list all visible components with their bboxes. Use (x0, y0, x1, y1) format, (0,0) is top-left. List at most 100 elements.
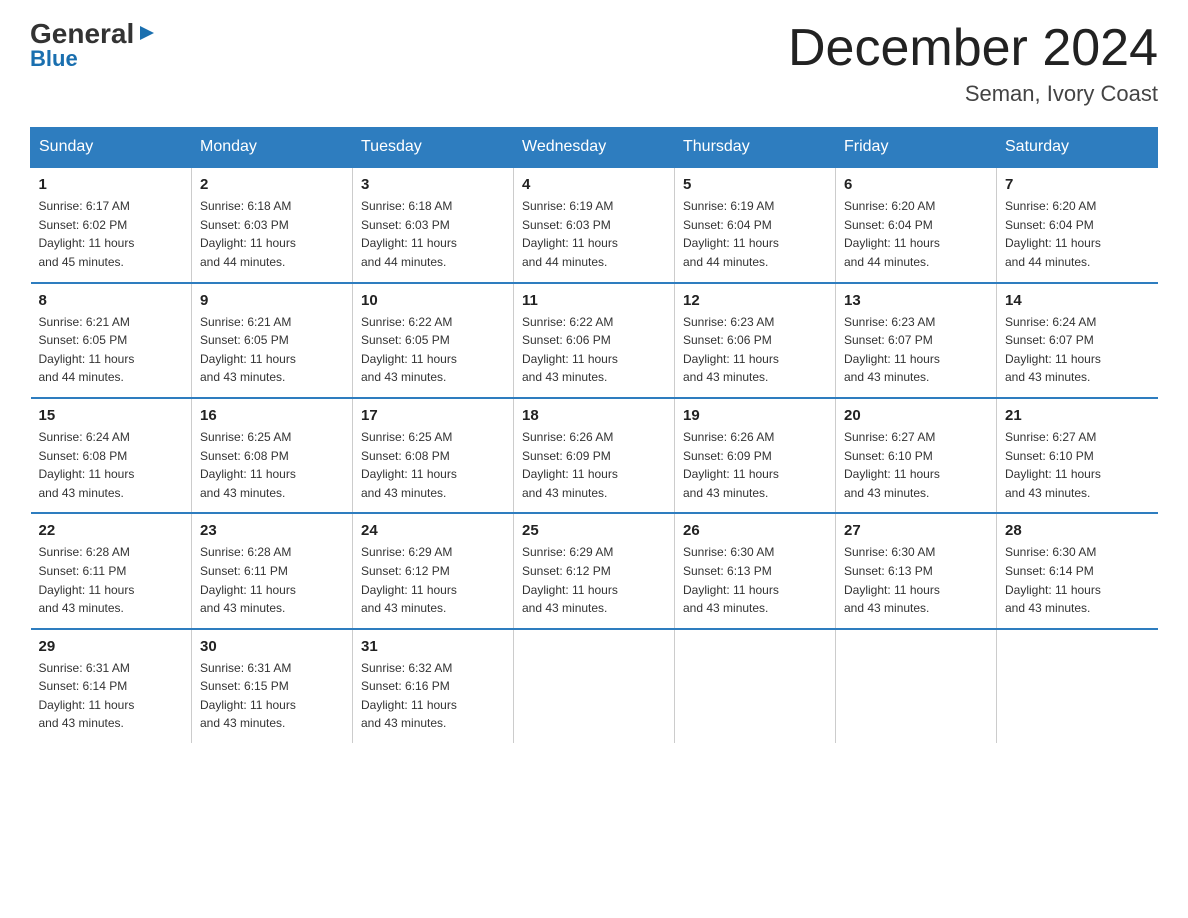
day-number: 4 (522, 176, 666, 193)
day-number: 25 (522, 522, 666, 539)
table-row: 25 Sunrise: 6:29 AMSunset: 6:12 PMDayligh… (514, 513, 675, 628)
logo-general: General (30, 20, 134, 48)
day-number: 28 (1005, 522, 1150, 539)
day-number: 31 (361, 638, 505, 655)
title-area: December 2024 Seman, Ivory Coast (788, 20, 1158, 107)
table-row: 16 Sunrise: 6:25 AMSunset: 6:08 PMDayligh… (192, 398, 353, 513)
table-row: 21Sunrise: 6:27 AMSunset: 6:10 PMDayligh… (997, 398, 1158, 513)
table-row: 8 Sunrise: 6:21 AMSunset: 6:05 PMDaylight… (31, 283, 192, 398)
table-row: 9 Sunrise: 6:21 AMSunset: 6:05 PMDaylight… (192, 283, 353, 398)
day-info: Sunrise: 6:27 AMSunset: 6:10 PMDaylight:… (1005, 428, 1150, 502)
table-row: 31 Sunrise: 6:32 AMSunset: 6:16 PMDayligh… (353, 629, 514, 743)
table-row: 3Sunrise: 6:18 AMSunset: 6:03 PMDaylight… (353, 167, 514, 282)
day-number: 5 (683, 176, 827, 193)
table-row: 29 Sunrise: 6:31 AMSunset: 6:14 PMDayligh… (31, 629, 192, 743)
table-row: 5 Sunrise: 6:19 AMSunset: 6:04 PMDaylight… (675, 167, 836, 282)
day-number: 13 (844, 292, 988, 309)
day-number: 22 (39, 522, 184, 539)
day-info: Sunrise: 6:20 AMSunset: 6:04 PMDaylight:… (1005, 197, 1150, 271)
table-row: 12Sunrise: 6:23 AMSunset: 6:06 PMDayligh… (675, 283, 836, 398)
calendar-week-4: 22 Sunrise: 6:28 AMSunset: 6:11 PMDayligh… (31, 513, 1158, 628)
table-row: 7 Sunrise: 6:20 AMSunset: 6:04 PMDaylight… (997, 167, 1158, 282)
day-info: Sunrise: 6:25 AMSunset: 6:08 PMDaylight:… (361, 428, 505, 502)
day-number: 1 (39, 176, 184, 193)
day-number: 20 (844, 407, 988, 424)
day-info: Sunrise: 6:22 AMSunset: 6:05 PMDaylight:… (361, 313, 505, 387)
table-row: 26 Sunrise: 6:30 AMSunset: 6:13 PMDayligh… (675, 513, 836, 628)
day-number: 15 (39, 407, 184, 424)
day-number: 7 (1005, 176, 1150, 193)
day-number: 24 (361, 522, 505, 539)
calendar-week-5: 29 Sunrise: 6:31 AMSunset: 6:14 PMDayligh… (31, 629, 1158, 743)
day-info: Sunrise: 6:32 AMSunset: 6:16 PMDaylight:… (361, 659, 505, 733)
day-info: Sunrise: 6:31 AMSunset: 6:14 PMDaylight:… (39, 659, 184, 733)
page-header: General Blue December 2024 Seman, Ivory … (30, 20, 1158, 107)
col-tuesday: Tuesday (353, 128, 514, 168)
day-number: 19 (683, 407, 827, 424)
table-row: 4 Sunrise: 6:19 AMSunset: 6:03 PMDaylight… (514, 167, 675, 282)
day-info: Sunrise: 6:18 AMSunset: 6:03 PMDaylight:… (200, 197, 344, 271)
day-info: Sunrise: 6:25 AMSunset: 6:08 PMDaylight:… (200, 428, 344, 502)
table-row: 19Sunrise: 6:26 AMSunset: 6:09 PMDayligh… (675, 398, 836, 513)
day-info: Sunrise: 6:28 AMSunset: 6:11 PMDaylight:… (39, 543, 184, 617)
table-row: 30 Sunrise: 6:31 AMSunset: 6:15 PMDayligh… (192, 629, 353, 743)
col-monday: Monday (192, 128, 353, 168)
day-info: Sunrise: 6:19 AMSunset: 6:03 PMDaylight:… (522, 197, 666, 271)
day-number: 6 (844, 176, 988, 193)
day-number: 23 (200, 522, 344, 539)
day-info: Sunrise: 6:19 AMSunset: 6:04 PMDaylight:… (683, 197, 827, 271)
table-row (675, 629, 836, 743)
table-row (836, 629, 997, 743)
day-number: 8 (39, 292, 184, 309)
day-info: Sunrise: 6:20 AMSunset: 6:04 PMDaylight:… (844, 197, 988, 271)
table-row: 14Sunrise: 6:24 AMSunset: 6:07 PMDayligh… (997, 283, 1158, 398)
day-info: Sunrise: 6:29 AMSunset: 6:12 PMDaylight:… (361, 543, 505, 617)
day-number: 10 (361, 292, 505, 309)
day-number: 2 (200, 176, 344, 193)
table-row: 10 Sunrise: 6:22 AMSunset: 6:05 PMDayligh… (353, 283, 514, 398)
day-number: 26 (683, 522, 827, 539)
table-row: 28Sunrise: 6:30 AMSunset: 6:14 PMDayligh… (997, 513, 1158, 628)
table-row: 20 Sunrise: 6:27 AMSunset: 6:10 PMDayligh… (836, 398, 997, 513)
day-number: 18 (522, 407, 666, 424)
day-info: Sunrise: 6:27 AMSunset: 6:10 PMDaylight:… (844, 428, 988, 502)
col-saturday: Saturday (997, 128, 1158, 168)
day-number: 30 (200, 638, 344, 655)
day-number: 16 (200, 407, 344, 424)
day-number: 11 (522, 292, 666, 309)
day-info: Sunrise: 6:29 AMSunset: 6:12 PMDaylight:… (522, 543, 666, 617)
day-info: Sunrise: 6:21 AMSunset: 6:05 PMDaylight:… (39, 313, 184, 387)
logo-blue: Blue (30, 46, 78, 72)
day-info: Sunrise: 6:21 AMSunset: 6:05 PMDaylight:… (200, 313, 344, 387)
table-row: 6 Sunrise: 6:20 AMSunset: 6:04 PMDaylight… (836, 167, 997, 282)
logo-arrow-icon (136, 22, 158, 44)
day-info: Sunrise: 6:24 AMSunset: 6:08 PMDaylight:… (39, 428, 184, 502)
day-info: Sunrise: 6:26 AMSunset: 6:09 PMDaylight:… (522, 428, 666, 502)
day-info: Sunrise: 6:18 AMSunset: 6:03 PMDaylight:… (361, 197, 505, 271)
day-number: 17 (361, 407, 505, 424)
month-title: December 2024 (788, 20, 1158, 77)
day-number: 12 (683, 292, 827, 309)
day-info: Sunrise: 6:22 AMSunset: 6:06 PMDaylight:… (522, 313, 666, 387)
day-info: Sunrise: 6:31 AMSunset: 6:15 PMDaylight:… (200, 659, 344, 733)
day-number: 9 (200, 292, 344, 309)
table-row: 22 Sunrise: 6:28 AMSunset: 6:11 PMDayligh… (31, 513, 192, 628)
table-row: 15 Sunrise: 6:24 AMSunset: 6:08 PMDayligh… (31, 398, 192, 513)
calendar-header-row: Sunday Monday Tuesday Wednesday Thursday… (31, 128, 1158, 168)
day-info: Sunrise: 6:30 AMSunset: 6:13 PMDaylight:… (683, 543, 827, 617)
table-row: 17 Sunrise: 6:25 AMSunset: 6:08 PMDayligh… (353, 398, 514, 513)
location: Seman, Ivory Coast (788, 81, 1158, 107)
day-info: Sunrise: 6:28 AMSunset: 6:11 PMDaylight:… (200, 543, 344, 617)
calendar-week-1: 1 Sunrise: 6:17 AMSunset: 6:02 PMDaylight… (31, 167, 1158, 282)
calendar-week-2: 8 Sunrise: 6:21 AMSunset: 6:05 PMDaylight… (31, 283, 1158, 398)
day-number: 14 (1005, 292, 1150, 309)
table-row: 13Sunrise: 6:23 AMSunset: 6:07 PMDayligh… (836, 283, 997, 398)
table-row: 11 Sunrise: 6:22 AMSunset: 6:06 PMDayligh… (514, 283, 675, 398)
table-row: 18 Sunrise: 6:26 AMSunset: 6:09 PMDayligh… (514, 398, 675, 513)
table-row: 27Sunrise: 6:30 AMSunset: 6:13 PMDayligh… (836, 513, 997, 628)
day-info: Sunrise: 6:17 AMSunset: 6:02 PMDaylight:… (39, 197, 184, 271)
day-number: 29 (39, 638, 184, 655)
table-row: 1 Sunrise: 6:17 AMSunset: 6:02 PMDaylight… (31, 167, 192, 282)
logo: General Blue (30, 20, 158, 72)
table-row (514, 629, 675, 743)
